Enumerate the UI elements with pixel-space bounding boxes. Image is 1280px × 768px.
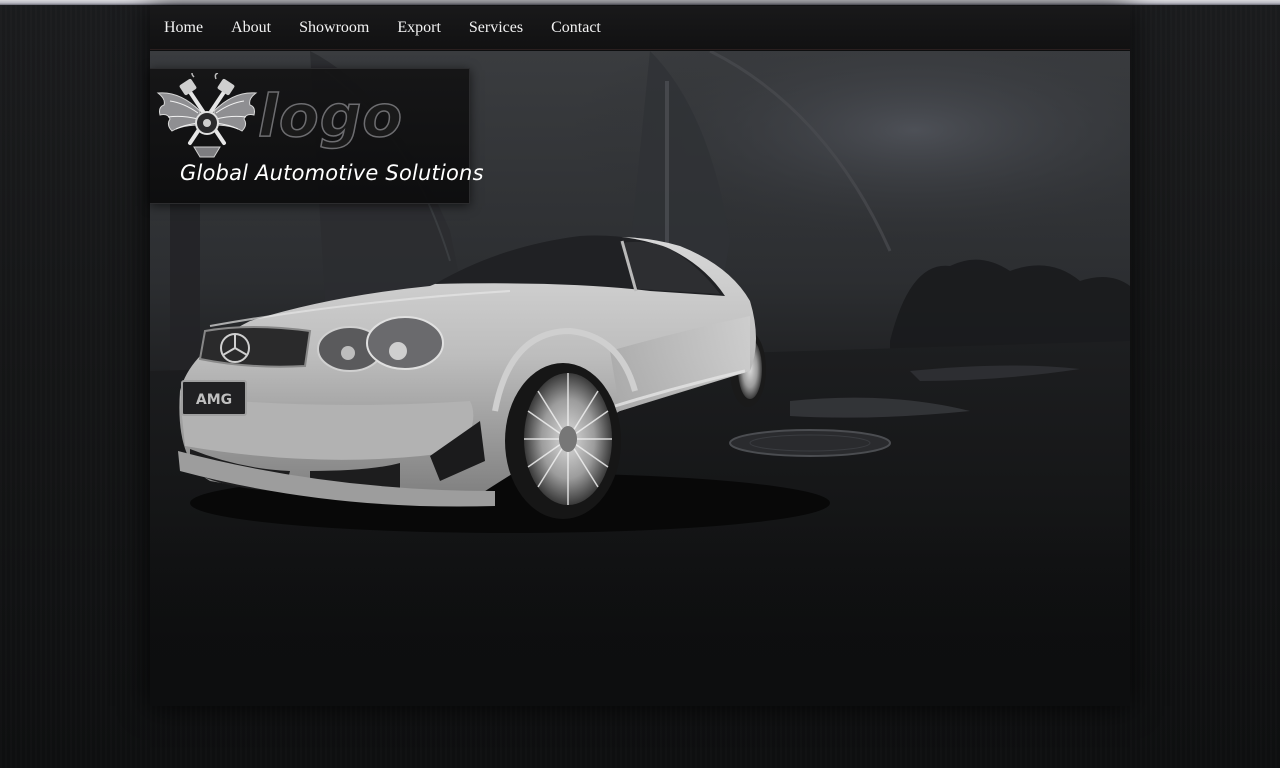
site-wrapper: Home About Showroom Export Services Cont… — [150, 6, 1130, 706]
nav-item-about[interactable]: About — [231, 19, 271, 37]
main-navigation: Home About Showroom Export Services Cont… — [150, 6, 1130, 50]
winged-piston-emblem-icon — [156, 73, 258, 158]
site-logo[interactable]: logo Global Automotive Solutions — [150, 68, 484, 204]
nav-item-services[interactable]: Services — [469, 19, 523, 37]
nav-item-home[interactable]: Home — [164, 19, 203, 37]
nav-item-contact[interactable]: Contact — [551, 19, 601, 37]
nav-item-export[interactable]: Export — [397, 19, 441, 37]
logo-tagline: Global Automotive Solutions — [180, 161, 484, 185]
nav-item-showroom[interactable]: Showroom — [299, 19, 369, 37]
browser-top-strip — [0, 0, 1280, 5]
license-plate-text: AMG — [196, 392, 232, 408]
page: Home About Showroom Export Services Cont… — [0, 0, 1280, 768]
logo-wordmark: logo — [257, 82, 404, 150]
